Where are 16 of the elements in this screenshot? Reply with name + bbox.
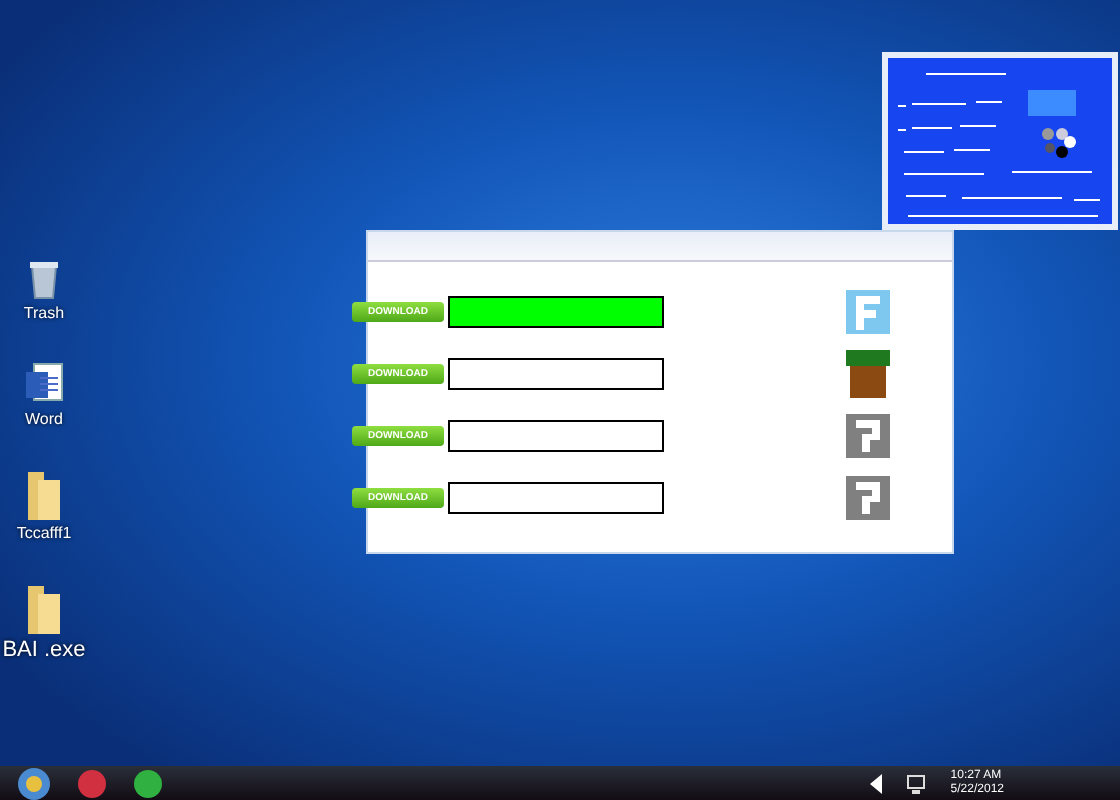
icon-label: Tccafff1 <box>16 524 72 542</box>
question-tile-icon <box>846 414 890 458</box>
start-button-icon[interactable] <box>16 765 52 800</box>
icon-label: BAI .exe <box>2 638 86 662</box>
block-icon <box>846 350 890 398</box>
app-icon[interactable] <box>132 767 164 799</box>
question-tile-icon <box>846 476 890 520</box>
tray-arrow-icon[interactable] <box>870 773 883 793</box>
f-tile-icon <box>846 290 890 334</box>
folder-icon[interactable] <box>26 582 62 634</box>
app-icon[interactable] <box>76 767 108 799</box>
document-icon[interactable] <box>24 362 64 406</box>
icon-label: Trash <box>23 304 65 322</box>
folder-icon[interactable] <box>26 468 62 520</box>
trash-icon[interactable] <box>28 260 60 300</box>
icon-label: Word <box>25 410 63 428</box>
